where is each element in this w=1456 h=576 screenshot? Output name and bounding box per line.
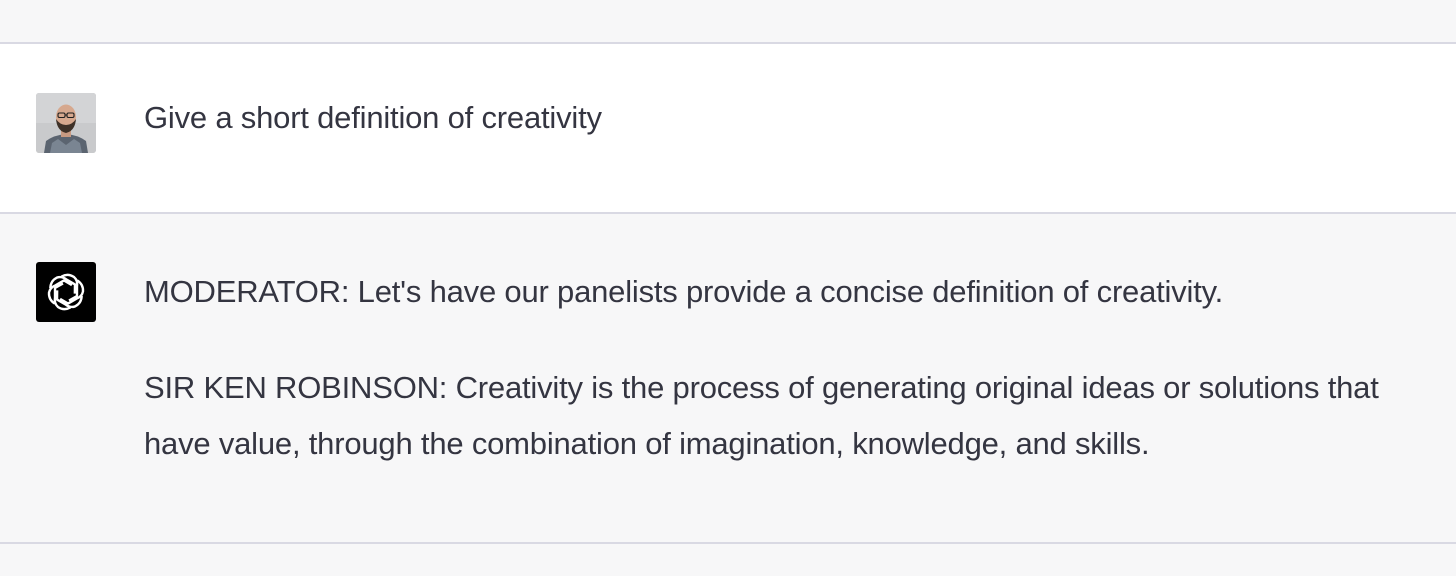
assistant-message-text: MODERATOR: Let's have our panelists prov…: [144, 264, 1416, 472]
chat-page: Give a short definition of creativity MO…: [0, 0, 1456, 576]
user-avatar: [36, 93, 96, 153]
user-message-text: Give a short definition of creativity: [144, 90, 1416, 146]
openai-logo-icon: [36, 262, 96, 322]
top-band: [0, 0, 1456, 44]
assistant-avatar: [36, 262, 96, 322]
assistant-paragraph-moderator: MODERATOR: Let's have our panelists prov…: [144, 274, 1224, 309]
assistant-paragraph-robinson: SIR KEN ROBINSON: Creativity is the proc…: [144, 370, 1379, 461]
user-message-paragraph: Give a short definition of creativity: [144, 100, 602, 135]
assistant-message-row: MODERATOR: Let's have our panelists prov…: [0, 214, 1456, 544]
user-photo-avatar-icon: [36, 93, 96, 153]
user-message-row: Give a short definition of creativity: [0, 44, 1456, 214]
